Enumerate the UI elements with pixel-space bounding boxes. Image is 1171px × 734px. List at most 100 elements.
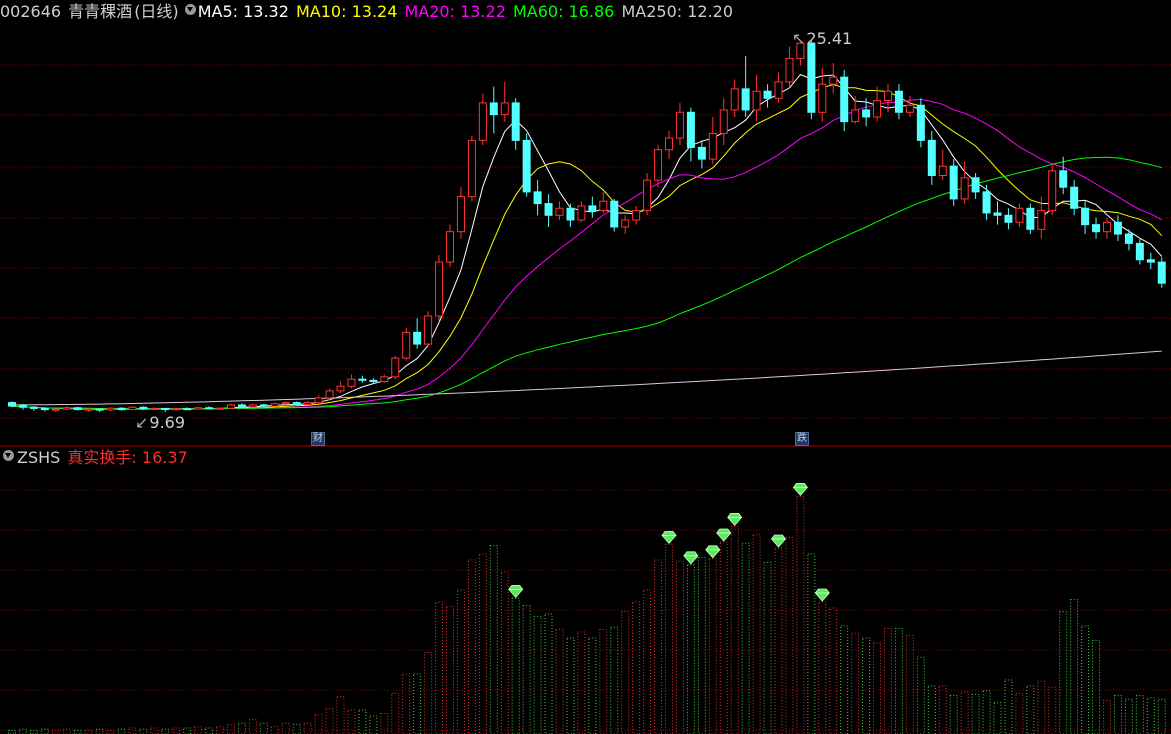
kline-chart: [0, 39, 1171, 734]
candle-body: [8, 402, 16, 407]
turnover-bar: [697, 557, 706, 734]
candle-body: [752, 90, 761, 111]
turnover-bar: [413, 673, 422, 734]
turnover-bar: [555, 629, 564, 734]
turnover-bar: [840, 625, 849, 734]
event-tag-drop[interactable]: 跌: [795, 432, 809, 446]
turnover-bar: [632, 601, 641, 734]
turnover-bar: [1070, 599, 1079, 734]
indicator-value-label: 真实换手: 16.37: [67, 448, 188, 467]
turnover-bar: [500, 571, 509, 734]
gem-marker-icon: [770, 534, 787, 548]
candle-body: [632, 210, 641, 221]
candle-body: [478, 102, 487, 141]
candle-body: [402, 331, 411, 359]
candle-body: [336, 385, 345, 392]
candle-body: [522, 139, 531, 193]
candle-body: [446, 231, 454, 263]
candle-body: [73, 407, 82, 411]
turnover-bar: [654, 559, 663, 734]
candle-body: [982, 191, 991, 214]
turnover-bar: [128, 727, 137, 734]
candle-body: [533, 191, 542, 205]
turnover-bar: [106, 729, 115, 734]
candle-body: [708, 132, 717, 160]
turnover-bar: [511, 597, 520, 734]
turnover-bar: [686, 564, 695, 734]
candle-body: [840, 76, 849, 123]
turnover-bar: [8, 729, 16, 734]
turnover-bar: [927, 685, 936, 734]
dropdown-icon[interactable]: [184, 4, 196, 15]
candle-body: [851, 109, 860, 123]
candle-body: [599, 200, 608, 212]
candle-body: [763, 90, 772, 99]
turnover-bar: [1015, 692, 1024, 734]
turnover-bar: [741, 542, 750, 734]
candle-body: [1004, 214, 1013, 223]
turnover-bar: [599, 629, 608, 734]
low-price-value: 9.69: [149, 413, 186, 432]
turnover-bar: [358, 709, 367, 734]
candle-body: [489, 102, 498, 116]
candle-body: [741, 88, 750, 111]
turnover-bar: [1092, 639, 1101, 734]
candle-body: [380, 376, 389, 383]
candle-body: [1081, 207, 1090, 226]
indicator-header: ZSHS 真实换手: 16.37: [0, 448, 190, 468]
gem-marker-icon: [508, 585, 524, 599]
candle-body: [281, 402, 290, 405]
moving-average-lines: [11, 74, 1163, 410]
candle-body: [1146, 259, 1155, 263]
dropdown-icon[interactable]: [3, 450, 14, 461]
turnover-bar: [391, 692, 400, 734]
turnover-bar: [643, 589, 652, 734]
turnover-bar: [544, 613, 553, 734]
candle-body: [139, 406, 148, 410]
candle-body: [971, 177, 980, 193]
turnover-bar: [446, 606, 454, 734]
candle-body: [161, 407, 170, 411]
turnover-bar: [314, 714, 323, 734]
candle-body: [1103, 221, 1111, 233]
candle-body: [927, 139, 936, 176]
candle-body: [807, 42, 816, 113]
turnover-bar: [938, 685, 947, 734]
gem-shape: [814, 588, 830, 602]
turnover-bar: [336, 696, 345, 734]
candle-body: [577, 205, 586, 221]
event-tag-financial[interactable]: 财: [311, 432, 325, 446]
gem-marker-icon: [727, 513, 743, 527]
candle-body: [325, 390, 334, 399]
candle-body: [916, 104, 925, 141]
gem-marker-icon: [661, 531, 677, 545]
candle-body: [1026, 207, 1035, 230]
candle-body: [62, 407, 71, 410]
candle-body: [993, 212, 1002, 216]
turnover-bar: [884, 627, 892, 734]
turnover-bar: [862, 637, 871, 734]
candle-body: [949, 165, 958, 200]
turnover-bar: [730, 525, 739, 734]
candle-body: [730, 88, 739, 111]
turnover-bar: [478, 553, 487, 734]
ma20-label: MA20: 13.22: [404, 2, 506, 21]
ma10-label: MA10: 13.24: [296, 2, 398, 21]
turnover-bar: [621, 611, 630, 734]
gem-shape: [792, 482, 808, 497]
turnover-bar: [993, 702, 1002, 734]
candle-body: [117, 407, 126, 411]
turnover-bar: [1026, 685, 1035, 734]
turnover-bar: [29, 729, 38, 734]
candle-body: [1124, 233, 1133, 244]
candle-body: [216, 407, 225, 410]
turnover-bar: [248, 719, 257, 734]
candle-body: [610, 200, 619, 228]
turnover-bar: [489, 545, 498, 734]
candle-body: [292, 402, 301, 405]
candle-body: [303, 402, 312, 405]
candle-body: [314, 397, 323, 404]
turnover-bar: [774, 547, 783, 734]
turnover-bar: [237, 722, 246, 734]
gem-shape: [661, 531, 677, 545]
